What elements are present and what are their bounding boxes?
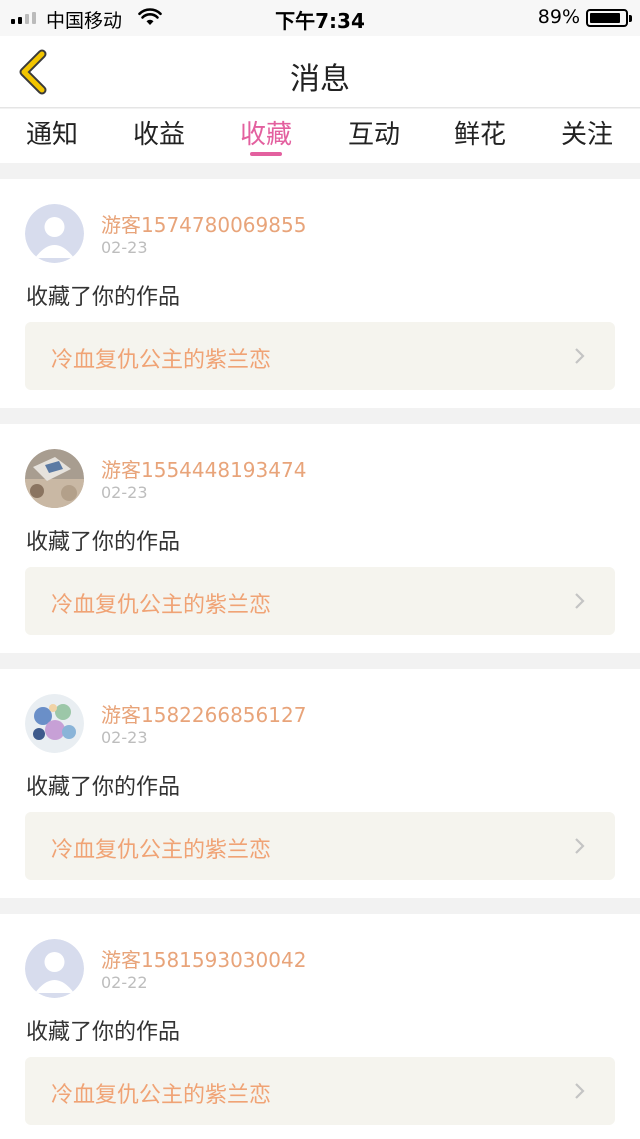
work-title: 冷血复仇公主的紫兰恋: [51, 348, 272, 373]
work-link[interactable]: 冷血复仇公主的紫兰恋: [25, 1057, 615, 1125]
chevron-right-icon: [575, 838, 585, 854]
message-date: 02-23: [101, 483, 148, 502]
work-title: 冷血复仇公主的紫兰恋: [51, 838, 272, 863]
anime-avatar-icon: [25, 694, 84, 753]
message-date: 02-23: [101, 238, 148, 257]
work-title: 冷血复仇公主的紫兰恋: [51, 593, 272, 618]
username[interactable]: 游客1554448193474: [101, 454, 306, 483]
chevron-right-icon: [575, 1083, 585, 1099]
chevron-right-icon: [575, 348, 585, 364]
avatar[interactable]: [25, 449, 84, 508]
work-title: 冷血复仇公主的紫兰恋: [51, 1083, 272, 1108]
message-card: 游客1574780069855 02-23 收藏了你的作品 冷血复仇公主的紫兰恋: [0, 179, 640, 408]
message-card: 游客1582266856127 02-23 收藏了你的作品 冷血复仇公主的紫兰恋: [0, 669, 640, 898]
photo-avatar-icon: [25, 449, 84, 508]
status-bar: 中国移动 下午7:34 89%: [0, 0, 640, 36]
battery-level: [590, 13, 620, 23]
message-card: 游客1554448193474 02-23 收藏了你的作品 冷血复仇公主的紫兰恋: [0, 424, 640, 653]
username[interactable]: 游客1582266856127: [101, 699, 306, 728]
work-link[interactable]: 冷血复仇公主的紫兰恋: [25, 812, 615, 880]
avatar[interactable]: [25, 204, 84, 263]
nav-bar: 消息: [0, 36, 640, 108]
message-card: 游客1581593030042 02-22 收藏了你的作品 冷血复仇公主的紫兰恋: [0, 914, 640, 1139]
work-link[interactable]: 冷血复仇公主的紫兰恋: [25, 567, 615, 635]
avatar[interactable]: [25, 694, 84, 753]
active-tab-indicator: [250, 152, 282, 156]
tab-interactions[interactable]: 互动: [348, 114, 400, 151]
default-avatar-icon: [25, 204, 84, 263]
action-text: 收藏了你的作品: [26, 775, 181, 800]
message-date: 02-22: [101, 973, 148, 992]
action-text: 收藏了你的作品: [26, 285, 181, 310]
tab-bar: 通知 收益 收藏 互动 鲜花 关注: [0, 109, 640, 163]
tab-flowers[interactable]: 鲜花: [454, 114, 506, 151]
tab-earnings[interactable]: 收益: [133, 114, 185, 151]
battery-percent: 89%: [537, 6, 580, 28]
default-avatar-icon: [25, 939, 84, 998]
tab-favorites[interactable]: 收藏: [240, 114, 292, 151]
tab-notifications[interactable]: 通知: [26, 114, 78, 151]
battery-icon: [586, 9, 632, 27]
username[interactable]: 游客1581593030042: [101, 944, 306, 973]
username[interactable]: 游客1574780069855: [101, 209, 306, 238]
action-text: 收藏了你的作品: [26, 1020, 181, 1045]
work-link[interactable]: 冷血复仇公主的紫兰恋: [25, 322, 615, 390]
avatar[interactable]: [25, 939, 84, 998]
chevron-right-icon: [575, 593, 585, 609]
message-date: 02-23: [101, 728, 148, 747]
tab-follows[interactable]: 关注: [561, 114, 613, 151]
page-title: 消息: [290, 62, 350, 97]
messages-page: 中国移动 下午7:34 89% 消息 通知 收益 收藏 互动 鲜花 关注 游客1…: [0, 0, 640, 1139]
action-text: 收藏了你的作品: [26, 530, 181, 555]
